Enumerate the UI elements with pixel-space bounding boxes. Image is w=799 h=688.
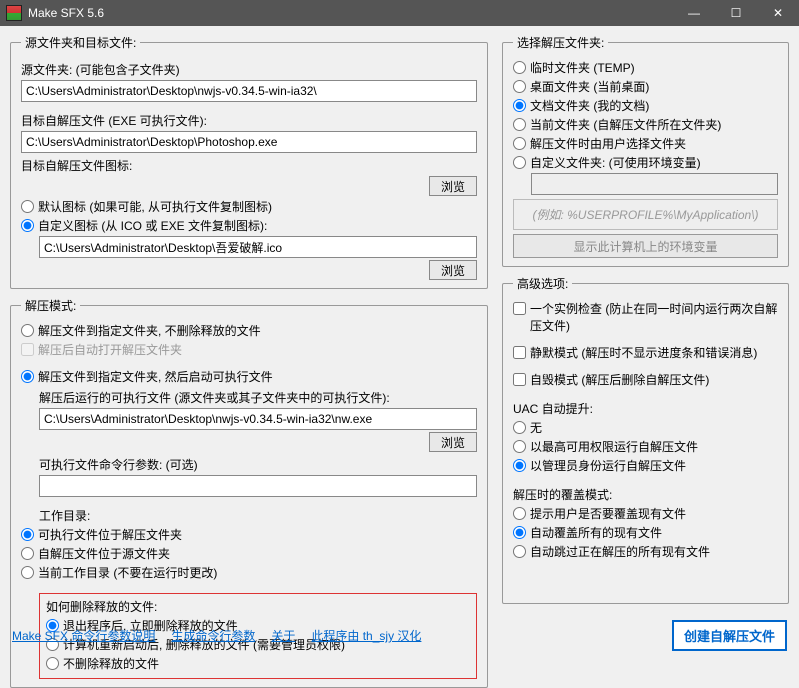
delete-none-radio[interactable] xyxy=(46,657,59,670)
create-sfx-button[interactable]: 创建自解压文件 xyxy=(672,620,787,651)
overwrite-all-radio[interactable] xyxy=(513,526,526,539)
icon-path-input[interactable] xyxy=(39,236,477,258)
mode-run-radio[interactable] xyxy=(21,370,34,383)
group-title: 选择解压文件夹: xyxy=(513,34,608,51)
group-title: 解压模式: xyxy=(21,297,80,314)
args-label: 可执行文件命令行参数: (可选) xyxy=(39,456,477,473)
help-link[interactable]: Make SFX 命令行参数说明 xyxy=(12,627,155,644)
workdir-source-radio[interactable] xyxy=(21,547,34,560)
source-input[interactable] xyxy=(21,80,477,102)
custom-folder-input xyxy=(531,173,778,195)
dest-docs-radio[interactable] xyxy=(513,99,526,112)
translator-link[interactable]: 此程序由 th_sjy 汉化 xyxy=(311,627,421,644)
exe-label: 目标自解压文件 (EXE 可执行文件): xyxy=(21,112,477,129)
icon-default-radio[interactable] xyxy=(21,200,34,213)
single-instance-check[interactable] xyxy=(513,302,526,315)
delete-label: 如何删除释放的文件: xyxy=(46,598,470,615)
icon-label: 目标自解压文件图标: xyxy=(21,157,477,174)
env-hint: (例如: %USERPROFILE%\MyApplication\) xyxy=(513,199,778,230)
workdir-extract-radio[interactable] xyxy=(21,528,34,541)
advanced-group: 高级选项: 一个实例检查 (防止在同一时间内运行两次自解压文件) 静默模式 (解… xyxy=(502,275,789,604)
dest-custom-radio[interactable] xyxy=(513,156,526,169)
minimize-button[interactable]: — xyxy=(673,0,715,26)
browse-icon-button[interactable]: 浏览 xyxy=(429,260,477,280)
dest-temp-radio[interactable] xyxy=(513,61,526,74)
exe-input[interactable] xyxy=(21,131,477,153)
uac-highest-radio[interactable] xyxy=(513,440,526,453)
app-icon xyxy=(6,5,22,21)
source-label: 源文件夹: (可能包含子文件夹) xyxy=(21,61,477,78)
dest-desktop-radio[interactable] xyxy=(513,80,526,93)
source-target-group: 源文件夹和目标文件: 源文件夹: (可能包含子文件夹) 目标自解压文件 (EXE… xyxy=(10,34,488,289)
dest-current-radio[interactable] xyxy=(513,118,526,131)
group-title: 高级选项: xyxy=(513,275,572,292)
overwrite-label: 解压时的覆盖模式: xyxy=(513,486,778,503)
args-input[interactable] xyxy=(39,475,477,497)
workdir-current-radio[interactable] xyxy=(21,566,34,579)
overwrite-skip-radio[interactable] xyxy=(513,545,526,558)
maximize-button[interactable]: ☐ xyxy=(715,0,757,26)
autoopen-check xyxy=(21,343,34,356)
workdir-label: 工作目录: xyxy=(39,507,477,524)
show-env-button: 显示此计算机上的环境变量 xyxy=(513,234,778,258)
selfdestruct-check[interactable] xyxy=(513,373,526,386)
uac-admin-radio[interactable] xyxy=(513,459,526,472)
mode-nodelete-radio[interactable] xyxy=(21,324,34,337)
browse-run-button[interactable]: 浏览 xyxy=(429,432,477,452)
gen-cmd-link[interactable]: 生成命令行参数 xyxy=(171,627,255,644)
icon-custom-radio[interactable] xyxy=(21,219,34,232)
silent-check[interactable] xyxy=(513,346,526,359)
close-button[interactable]: ✕ xyxy=(757,0,799,26)
dest-folder-group: 选择解压文件夹: 临时文件夹 (TEMP) 桌面文件夹 (当前桌面) 文档文件夹… xyxy=(502,34,789,267)
browse-exe-button[interactable]: 浏览 xyxy=(429,176,477,196)
run-exe-input[interactable] xyxy=(39,408,477,430)
group-title: 源文件夹和目标文件: xyxy=(21,34,140,51)
window-title: Make SFX 5.6 xyxy=(28,6,673,20)
uac-none-radio[interactable] xyxy=(513,421,526,434)
run-label: 解压后运行的可执行文件 (源文件夹或其子文件夹中的可执行文件): xyxy=(39,389,477,406)
uac-label: UAC 自动提升: xyxy=(513,400,778,417)
about-link[interactable]: 关于 xyxy=(271,627,295,644)
dest-user-radio[interactable] xyxy=(513,137,526,150)
overwrite-prompt-radio[interactable] xyxy=(513,507,526,520)
titlebar: Make SFX 5.6 — ☐ ✕ xyxy=(0,0,799,26)
